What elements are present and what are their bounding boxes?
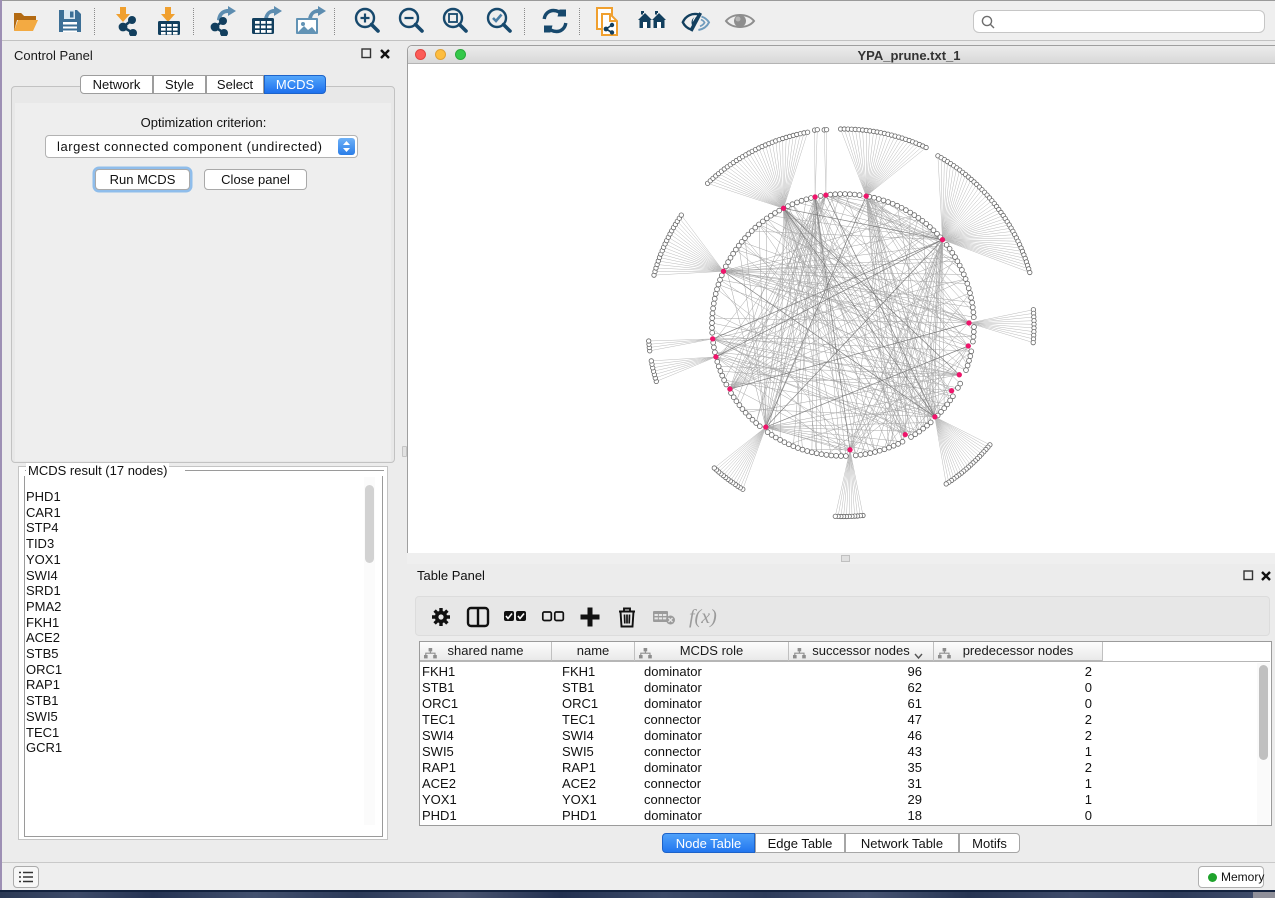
svg-text:f(x): f(x) (689, 606, 717, 628)
